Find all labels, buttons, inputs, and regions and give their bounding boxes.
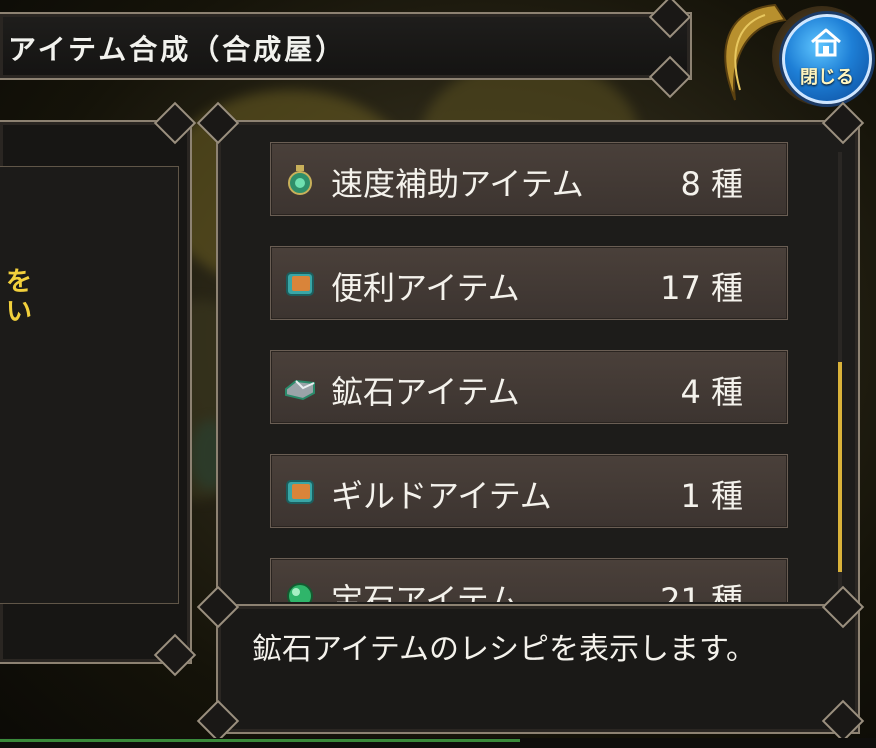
category-item-speed-support[interactable]: 速度補助アイテム 8 種 — [270, 142, 788, 216]
info-panel: を い — [0, 120, 192, 664]
category-item-gem[interactable]: 宝石アイテム 21 種 — [270, 558, 788, 602]
category-label: 速度補助アイテム — [331, 165, 584, 203]
category-count: 8 種 — [680, 165, 743, 203]
category-list[interactable]: 速度補助アイテム 8 種 便利アイテム 17 種 鉱石アイテム 4 種 ギルドア… — [268, 140, 798, 602]
ore-icon — [285, 379, 315, 401]
info-text: を い — [6, 267, 33, 327]
gem-icon — [287, 583, 313, 602]
page-title: アイテム合成（合成屋） — [8, 33, 347, 66]
book-icon — [286, 272, 314, 296]
book-icon — [286, 480, 314, 504]
category-list-panel: 速度補助アイテム 8 種 便利アイテム 17 種 鉱石アイテム 4 種 ギルドア… — [216, 120, 860, 624]
category-count: 17 種 — [660, 269, 743, 307]
category-count: 21 種 — [660, 581, 743, 602]
description-panel: 鉱石アイテムのレシピを表示します。 — [216, 604, 860, 734]
home-icon — [811, 28, 841, 57]
category-count: 4 種 — [680, 373, 743, 411]
category-item-guild[interactable]: ギルドアイテム 1 種 — [270, 454, 788, 528]
scrollbar-thumb[interactable] — [838, 362, 842, 572]
category-label: ギルドアイテム — [331, 477, 552, 515]
info-panel-inner: を い — [0, 166, 179, 604]
close-button[interactable]: 閉じる — [782, 14, 872, 104]
category-label: 便利アイテム — [331, 269, 520, 307]
category-label: 宝石アイテム — [331, 581, 520, 602]
bottom-gauge — [0, 739, 520, 742]
category-count: 1 種 — [680, 477, 743, 515]
category-item-convenience[interactable]: 便利アイテム 17 種 — [270, 246, 788, 320]
potion-icon — [288, 165, 312, 195]
category-item-ore[interactable]: 鉱石アイテム 4 種 — [270, 350, 788, 424]
title-bar: アイテム合成（合成屋） — [0, 12, 692, 80]
description-text: 鉱石アイテムのレシピを表示します。 — [252, 632, 756, 667]
close-button-label: 閉じる — [800, 67, 854, 88]
category-label: 鉱石アイテム — [331, 373, 520, 411]
